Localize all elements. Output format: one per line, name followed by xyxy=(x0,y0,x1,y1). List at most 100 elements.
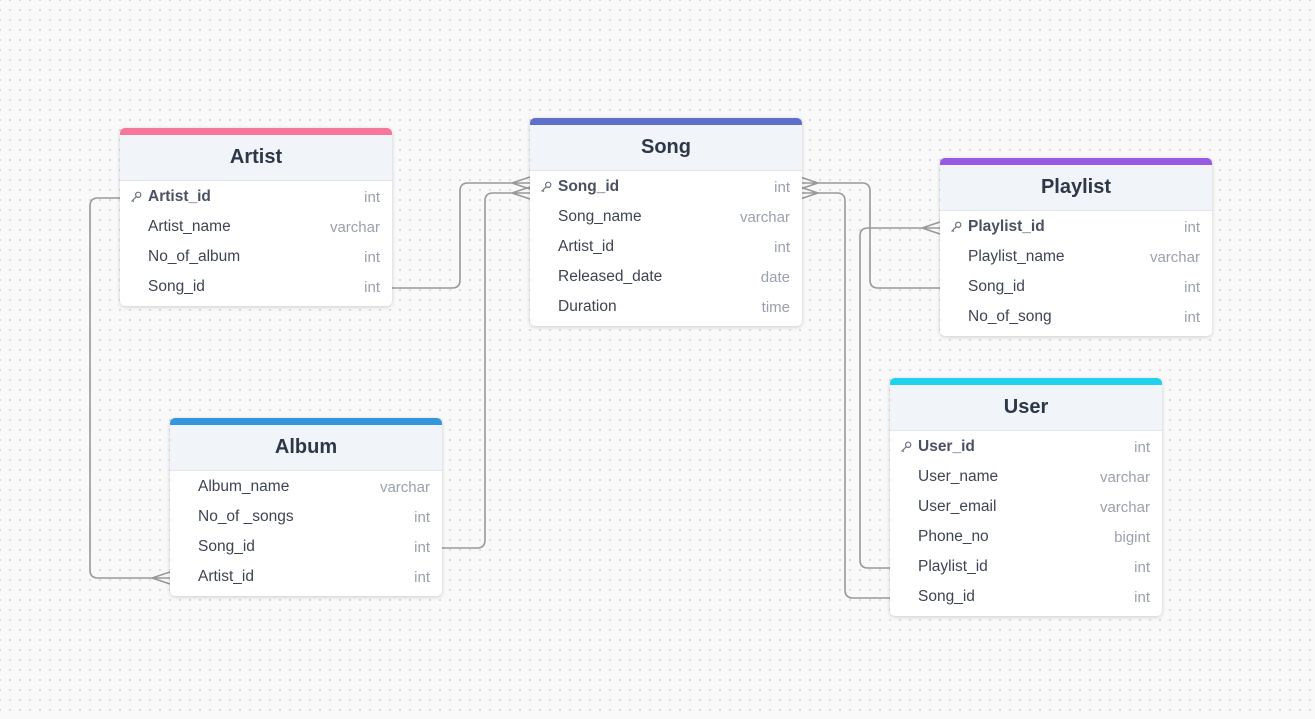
field-name: User_email xyxy=(918,498,997,515)
key-slot xyxy=(950,221,968,233)
field-name: No_of_song xyxy=(968,308,1052,325)
field-row[interactable]: Duration time xyxy=(530,292,802,322)
field-name: User_id xyxy=(918,438,975,455)
table-album-title: Album xyxy=(274,436,338,458)
field-type: int xyxy=(364,248,380,266)
table-song-title: Song xyxy=(641,136,691,158)
field-type: time xyxy=(761,298,790,316)
field-name: Artist_name xyxy=(148,218,231,235)
field-name: Song_id xyxy=(198,538,255,555)
table-album-fields: Album_name varchar No_of _songs int Song_id i… xyxy=(170,471,442,596)
field-row[interactable]: No_of_song int xyxy=(940,302,1212,332)
field-row[interactable]: Song_id int xyxy=(170,532,442,562)
table-artist-title: Artist xyxy=(229,146,283,168)
field-row[interactable]: No_of _songs int xyxy=(170,502,442,532)
field-name: Artist_id xyxy=(148,188,211,205)
field-name: Duration xyxy=(558,298,617,315)
field-row[interactable]: Song_id int xyxy=(890,582,1162,612)
table-artist-fields: Artist_id int Artist_name varchar No_of_albu… xyxy=(120,181,392,306)
field-row[interactable]: Song_id int xyxy=(120,272,392,302)
field-type: bigint xyxy=(1114,528,1150,546)
field-type: varchar xyxy=(1149,248,1200,266)
table-user-title: User xyxy=(1003,396,1049,418)
field-type: int xyxy=(1184,308,1200,326)
field-type: int xyxy=(414,538,430,556)
field-name: Song_name xyxy=(558,208,642,225)
field-row[interactable]: User_name varchar xyxy=(890,462,1162,492)
table-album-header[interactable]: Album xyxy=(170,418,442,471)
field-row[interactable]: Artist_id int xyxy=(170,562,442,592)
field-name: No_of _songs xyxy=(198,508,294,525)
field-name: Song_id xyxy=(918,588,975,605)
field-name: Artist_id xyxy=(558,238,614,255)
field-name: No_of_album xyxy=(148,248,241,265)
field-type: varchar xyxy=(1099,498,1150,516)
table-artist-header[interactable]: Artist xyxy=(120,128,392,181)
field-name: Album_name xyxy=(198,478,290,495)
table-playlist-title: Playlist xyxy=(1040,176,1112,198)
table-user-header[interactable]: User xyxy=(890,378,1162,431)
field-row[interactable]: Song_id int xyxy=(940,272,1212,302)
table-album[interactable]: Album Album_name varchar No_of _songs int So… xyxy=(170,418,442,596)
relation-album-song[interactable] xyxy=(440,186,531,549)
field-name: Song_id xyxy=(148,278,205,295)
field-type: int xyxy=(414,508,430,526)
field-type: int xyxy=(414,568,430,586)
primary-key-icon xyxy=(950,221,962,233)
field-name: Phone_no xyxy=(918,528,989,545)
field-row[interactable]: User_email varchar xyxy=(890,492,1162,522)
field-name: Artist_id xyxy=(198,568,254,585)
field-type: date xyxy=(760,268,790,286)
table-playlist-header[interactable]: Playlist xyxy=(940,158,1212,211)
field-row[interactable]: Song_id int xyxy=(530,172,802,202)
field-row[interactable]: User_id int xyxy=(890,432,1162,462)
relation-playlist-song[interactable] xyxy=(799,176,940,289)
field-type: int xyxy=(774,178,790,196)
field-type: int xyxy=(364,188,380,206)
primary-key-icon xyxy=(130,191,142,203)
field-row[interactable]: No_of_album int xyxy=(120,242,392,272)
field-type: int xyxy=(1134,588,1150,606)
field-row[interactable]: Released_date date xyxy=(530,262,802,292)
field-type: varchar xyxy=(379,478,430,496)
primary-key-icon xyxy=(540,181,552,193)
field-row[interactable]: Playlist_id int xyxy=(940,212,1212,242)
field-name: Song_id xyxy=(968,278,1025,295)
field-name: Playlist_id xyxy=(918,558,988,575)
field-type: int xyxy=(1184,278,1200,296)
table-user[interactable]: User User_id int User_name varchar User_emai… xyxy=(890,378,1162,616)
field-type: varchar xyxy=(329,218,380,236)
table-song-header[interactable]: Song xyxy=(530,118,802,171)
field-row[interactable]: Song_name varchar xyxy=(530,202,802,232)
field-name: Playlist_name xyxy=(968,248,1065,265)
field-name: Song_id xyxy=(558,178,620,195)
field-row[interactable]: Playlist_id int xyxy=(890,552,1162,582)
field-row[interactable]: Artist_name varchar xyxy=(120,212,392,242)
key-slot xyxy=(540,181,558,193)
field-type: int xyxy=(364,278,380,296)
relation-user-song[interactable] xyxy=(799,186,890,599)
field-row[interactable]: Playlist_name varchar xyxy=(940,242,1212,272)
field-name: User_name xyxy=(918,468,999,485)
field-type: varchar xyxy=(739,208,790,226)
key-slot xyxy=(130,191,148,203)
relation-artist-song[interactable] xyxy=(390,176,531,289)
field-name: Playlist_id xyxy=(968,218,1045,235)
field-type: int xyxy=(1134,438,1150,456)
field-type: int xyxy=(1134,558,1150,576)
field-type: int xyxy=(774,238,790,256)
field-row[interactable]: Phone_no bigint xyxy=(890,522,1162,552)
table-artist[interactable]: Artist Artist_id int Artist_name varchar No_… xyxy=(120,128,392,306)
field-type: varchar xyxy=(1099,468,1150,486)
table-playlist[interactable]: Playlist Playlist_id int Playlist_name varc… xyxy=(940,158,1212,336)
field-row[interactable]: Artist_id int xyxy=(120,182,392,212)
field-row[interactable]: Artist_id int xyxy=(530,232,802,262)
table-song[interactable]: Song Song_id int Song_name varchar Artist_id… xyxy=(530,118,802,326)
table-playlist-fields: Playlist_id int Playlist_name varchar Song_i… xyxy=(940,211,1212,336)
field-type: int xyxy=(1184,218,1200,236)
field-name: Released_date xyxy=(558,268,663,285)
table-user-fields: User_id int User_name varchar User_email varc… xyxy=(890,431,1162,616)
primary-key-icon xyxy=(900,441,912,453)
table-song-fields: Song_id int Song_name varchar Artist_id int Re… xyxy=(530,171,802,326)
field-row[interactable]: Album_name varchar xyxy=(170,472,442,502)
